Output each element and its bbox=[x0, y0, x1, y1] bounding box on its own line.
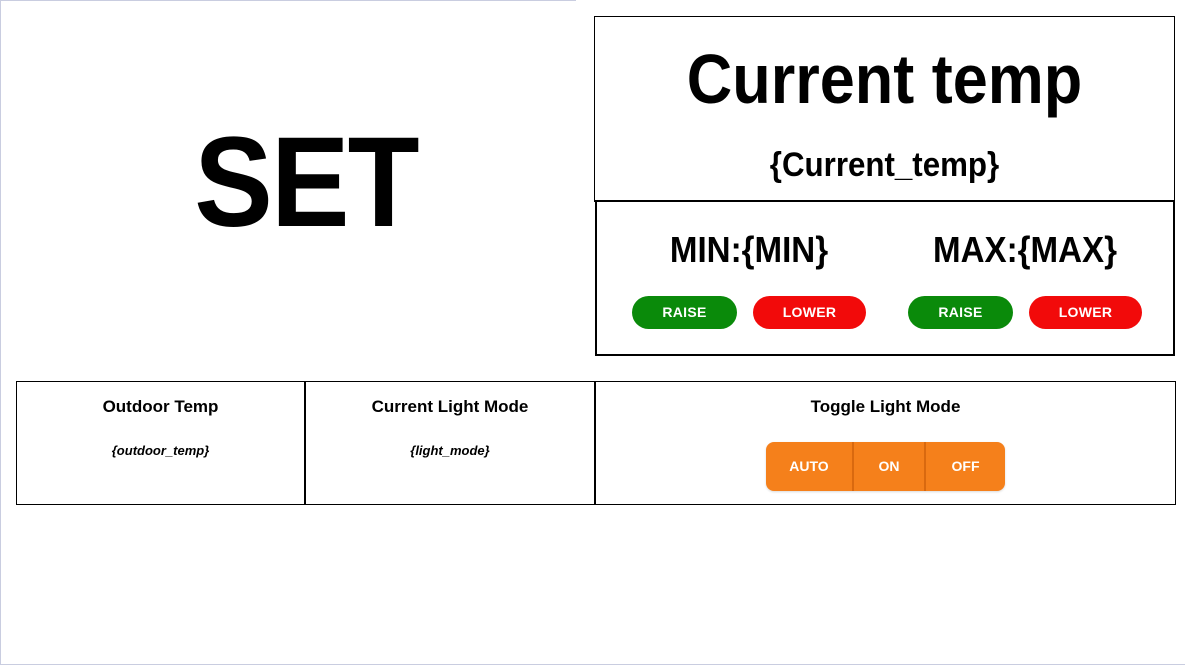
light-auto-button[interactable]: AUTO bbox=[766, 442, 854, 491]
current-temp-panel: Current temp {Current_temp} bbox=[594, 16, 1175, 202]
light-mode-toggle-group: AUTO ON OFF bbox=[766, 442, 1005, 491]
light-mode-value: {light_mode} bbox=[410, 443, 490, 458]
current-temp-value: {Current_temp} bbox=[769, 146, 1000, 184]
max-lower-button[interactable]: LOWER bbox=[1029, 296, 1142, 329]
set-heading: SET bbox=[194, 111, 419, 254]
light-mode-title: Current Light Mode bbox=[371, 397, 529, 416]
max-label: MAX:{MAX} bbox=[932, 229, 1117, 270]
min-label: MIN:{MIN} bbox=[669, 229, 829, 270]
outdoor-temp-title: Outdoor Temp bbox=[102, 397, 219, 416]
light-on-button[interactable]: ON bbox=[854, 442, 926, 491]
light-off-button[interactable]: OFF bbox=[926, 442, 1005, 491]
status-row: Outdoor Temp {outdoor_temp} Current Ligh… bbox=[16, 381, 1176, 505]
outdoor-temp-value: {outdoor_temp} bbox=[111, 443, 210, 458]
top-divider bbox=[1, 0, 576, 1]
light-mode-cell: Current Light Mode {light_mode} bbox=[306, 382, 596, 504]
toggle-light-title: Toggle Light Mode bbox=[810, 397, 961, 416]
min-lower-button[interactable]: LOWER bbox=[753, 296, 866, 329]
outdoor-temp-cell: Outdoor Temp {outdoor_temp} bbox=[17, 382, 306, 504]
toggle-light-cell: Toggle Light Mode AUTO ON OFF bbox=[596, 382, 1175, 504]
current-temp-heading: Current temp bbox=[686, 40, 1083, 118]
max-raise-button[interactable]: RAISE bbox=[908, 296, 1013, 329]
min-max-panel: MIN:{MIN} MAX:{MAX} RAISE LOWER RAISE LO… bbox=[595, 200, 1175, 356]
min-raise-button[interactable]: RAISE bbox=[632, 296, 737, 329]
thermostat-dashboard: SET Current temp {Current_temp} MIN:{MIN… bbox=[0, 0, 1185, 665]
